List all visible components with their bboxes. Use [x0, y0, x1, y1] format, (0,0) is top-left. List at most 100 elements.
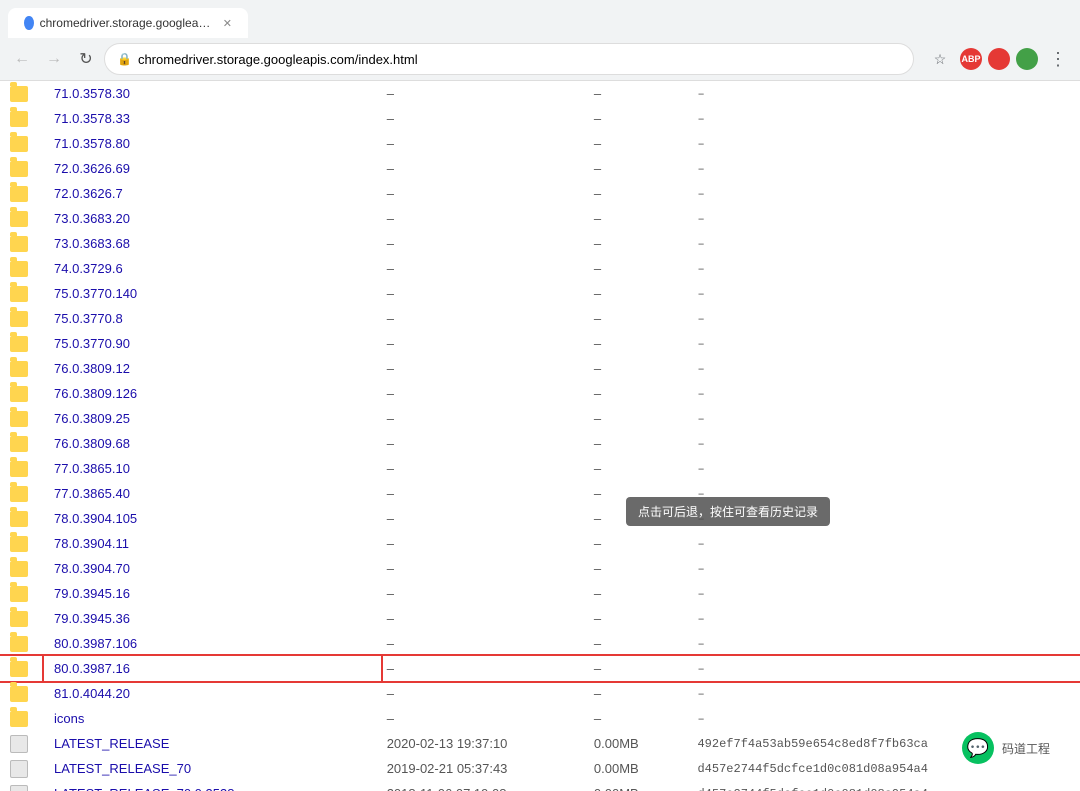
file-name-cell[interactable]: 76.0.3809.25: [44, 406, 381, 431]
file-link[interactable]: 76.0.3809.25: [54, 411, 130, 426]
file-link[interactable]: LATEST_RELEASE_70.0.3538: [54, 786, 234, 791]
file-name-cell[interactable]: 77.0.3865.10: [44, 456, 381, 481]
table-row[interactable]: 73.0.3683.68–––: [0, 231, 1080, 256]
chrome-menu-button[interactable]: ⋮: [1044, 45, 1072, 73]
table-row[interactable]: 78.0.3904.105–––: [0, 506, 1080, 531]
table-row[interactable]: 72.0.3626.69–––: [0, 156, 1080, 181]
file-name-cell[interactable]: 71.0.3578.30: [44, 81, 381, 106]
file-name-cell[interactable]: 72.0.3626.69: [44, 156, 381, 181]
file-link[interactable]: 73.0.3683.68: [54, 236, 130, 251]
file-name-cell[interactable]: 78.0.3904.70: [44, 556, 381, 581]
toolbar-icons: ☆ ABP ⋮: [926, 45, 1072, 73]
file-link[interactable]: 76.0.3809.12: [54, 361, 130, 376]
file-name-cell[interactable]: 77.0.3865.40: [44, 481, 381, 506]
file-name-cell[interactable]: 71.0.3578.80: [44, 131, 381, 156]
address-bar[interactable]: 🔒 chromedriver.storage.googleapis.com/in…: [104, 43, 914, 75]
file-name-cell[interactable]: LATEST_RELEASE_70: [44, 756, 381, 781]
table-row[interactable]: 77.0.3865.10–––: [0, 456, 1080, 481]
table-row[interactable]: 72.0.3626.7–––: [0, 181, 1080, 206]
table-row[interactable]: 74.0.3729.6–––: [0, 256, 1080, 281]
file-name-cell[interactable]: 78.0.3904.105: [44, 506, 381, 531]
file-name-cell[interactable]: 71.0.3578.33: [44, 106, 381, 131]
file-name-cell[interactable]: 80.0.3987.16: [44, 656, 381, 681]
tab-close-button[interactable]: ✕: [223, 17, 232, 30]
file-link[interactable]: 76.0.3809.68: [54, 436, 130, 451]
file-name-cell[interactable]: 79.0.3945.16: [44, 581, 381, 606]
active-tab[interactable]: chromedriver.storage.googleapis.com/inde…: [8, 8, 248, 38]
table-row[interactable]: LATEST_RELEASE2020-02-13 19:37:100.00MB4…: [0, 731, 1080, 756]
file-link[interactable]: 71.0.3578.30: [54, 86, 130, 101]
table-row[interactable]: 73.0.3683.20–––: [0, 206, 1080, 231]
table-row[interactable]: 80.0.3987.16–––: [0, 656, 1080, 681]
back-button[interactable]: ←: [8, 45, 36, 73]
file-link[interactable]: 71.0.3578.80: [54, 136, 130, 151]
file-name-cell[interactable]: 75.0.3770.8: [44, 306, 381, 331]
file-name-cell[interactable]: 78.0.3904.11: [44, 531, 381, 556]
file-link[interactable]: 80.0.3987.106: [54, 636, 137, 651]
file-link[interactable]: icons: [54, 711, 84, 726]
table-row[interactable]: 71.0.3578.30–––: [0, 81, 1080, 106]
table-row[interactable]: 71.0.3578.80–––: [0, 131, 1080, 156]
file-link[interactable]: 80.0.3987.16: [54, 661, 130, 676]
file-link[interactable]: 74.0.3729.6: [54, 261, 123, 276]
file-name-cell[interactable]: 80.0.3987.106: [44, 631, 381, 656]
table-row[interactable]: 76.0.3809.126–––: [0, 381, 1080, 406]
file-link[interactable]: LATEST_RELEASE_70: [54, 761, 191, 776]
table-row[interactable]: 81.0.4044.20–––: [0, 681, 1080, 706]
file-link[interactable]: 73.0.3683.20: [54, 211, 130, 226]
file-link[interactable]: 72.0.3626.69: [54, 161, 130, 176]
table-row[interactable]: 79.0.3945.16–––: [0, 581, 1080, 606]
file-link[interactable]: 75.0.3770.90: [54, 336, 130, 351]
file-name-cell[interactable]: 81.0.4044.20: [44, 681, 381, 706]
extension-icon-1[interactable]: [988, 48, 1010, 70]
file-link[interactable]: 78.0.3904.105: [54, 511, 137, 526]
table-row[interactable]: 80.0.3987.106–––: [0, 631, 1080, 656]
table-row[interactable]: icons–––: [0, 706, 1080, 731]
file-link[interactable]: 77.0.3865.10: [54, 461, 130, 476]
reload-button[interactable]: ↻: [72, 45, 100, 73]
file-link[interactable]: 81.0.4044.20: [54, 686, 130, 701]
table-row[interactable]: 76.0.3809.25–––: [0, 406, 1080, 431]
table-row[interactable]: 75.0.3770.140–––: [0, 281, 1080, 306]
file-listing-area[interactable]: 71.0.3578.30–––71.0.3578.33–––71.0.3578.…: [0, 81, 1080, 791]
file-link[interactable]: 75.0.3770.140: [54, 286, 137, 301]
file-name-cell[interactable]: LATEST_RELEASE: [44, 731, 381, 756]
file-link[interactable]: 75.0.3770.8: [54, 311, 123, 326]
table-row[interactable]: 75.0.3770.8–––: [0, 306, 1080, 331]
tab-title: chromedriver.storage.googleapis.com/inde…: [40, 16, 217, 30]
file-link[interactable]: 79.0.3945.16: [54, 586, 130, 601]
table-row[interactable]: 76.0.3809.68–––: [0, 431, 1080, 456]
file-name-cell[interactable]: 74.0.3729.6: [44, 256, 381, 281]
table-row[interactable]: 78.0.3904.70–––: [0, 556, 1080, 581]
adblock-plus-icon[interactable]: ABP: [960, 48, 982, 70]
file-link[interactable]: 76.0.3809.126: [54, 386, 137, 401]
file-link[interactable]: 79.0.3945.36: [54, 611, 130, 626]
file-name-cell[interactable]: 76.0.3809.12: [44, 356, 381, 381]
table-row[interactable]: 79.0.3945.36–––: [0, 606, 1080, 631]
table-row[interactable]: 77.0.3865.40–––: [0, 481, 1080, 506]
extension-icon-2[interactable]: [1016, 48, 1038, 70]
file-link[interactable]: LATEST_RELEASE: [54, 736, 169, 751]
file-link[interactable]: 77.0.3865.40: [54, 486, 130, 501]
file-name-cell[interactable]: 76.0.3809.68: [44, 431, 381, 456]
file-link[interactable]: 78.0.3904.70: [54, 561, 130, 576]
file-name-cell[interactable]: 76.0.3809.126: [44, 381, 381, 406]
table-row[interactable]: 76.0.3809.12–––: [0, 356, 1080, 381]
file-link[interactable]: 71.0.3578.33: [54, 111, 130, 126]
file-link[interactable]: 72.0.3626.7: [54, 186, 123, 201]
table-row[interactable]: 71.0.3578.33–––: [0, 106, 1080, 131]
file-link[interactable]: 78.0.3904.11: [54, 536, 129, 551]
file-name-cell[interactable]: 73.0.3683.20: [44, 206, 381, 231]
file-name-cell[interactable]: 75.0.3770.90: [44, 331, 381, 356]
file-name-cell[interactable]: 72.0.3626.7: [44, 181, 381, 206]
forward-button[interactable]: →: [40, 45, 68, 73]
table-row[interactable]: 75.0.3770.90–––: [0, 331, 1080, 356]
file-name-cell[interactable]: 73.0.3683.68: [44, 231, 381, 256]
file-name-cell[interactable]: 75.0.3770.140: [44, 281, 381, 306]
bookmark-star-icon[interactable]: ☆: [926, 45, 954, 73]
file-name-cell[interactable]: icons: [44, 706, 381, 731]
table-row[interactable]: LATEST_RELEASE_702019-02-21 05:37:430.00…: [0, 756, 1080, 781]
file-size-cell: –: [588, 581, 692, 606]
table-row[interactable]: 78.0.3904.11–––: [0, 531, 1080, 556]
file-name-cell[interactable]: 79.0.3945.36: [44, 606, 381, 631]
